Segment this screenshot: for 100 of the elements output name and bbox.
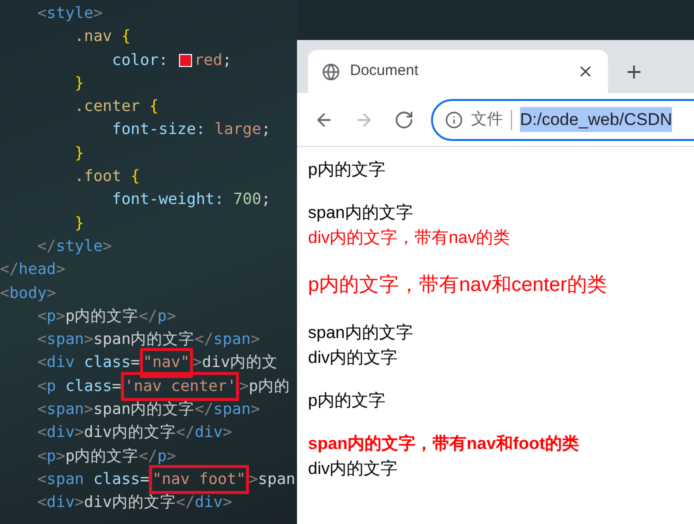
code-punctuation: > [56, 259, 66, 280]
page-text: span内的文字 [308, 202, 414, 224]
code-punctuation: > [222, 492, 232, 514]
highlighted-code-string: "nav" [143, 351, 190, 375]
code-tag: div [194, 421, 223, 445]
code-text: span [258, 468, 296, 490]
code-tag: style [56, 234, 103, 258]
page-text: p内的文字，带有nav和center的类 [308, 273, 608, 298]
code-tag: div [46, 351, 84, 375]
code-punctuation: </ [194, 329, 214, 350]
page-text: p内的文字 [308, 390, 386, 412]
code-number: 700 [233, 189, 262, 210]
code-selector: .foot [74, 166, 122, 188]
globe-icon [322, 62, 340, 80]
code-tag: div [46, 491, 75, 515]
code-punctuation: < [36, 399, 47, 420]
page-text: div内的文字 [308, 347, 399, 369]
info-icon [445, 110, 463, 128]
code-tag: span [213, 398, 251, 422]
page-text: div内的文字 [308, 458, 399, 480]
code-punctuation: < [36, 422, 47, 444]
page-text: div内的文字，带有nav的类 [308, 227, 512, 249]
code-tag: span [46, 468, 94, 492]
code-tag: p [157, 304, 167, 328]
code-punctuation: > [84, 399, 94, 420]
code-attribute: class [93, 468, 140, 490]
code-punctuation: > [250, 399, 260, 420]
code-attribute: class [65, 376, 112, 397]
code-text: div内的文 [202, 352, 278, 374]
code-text: p内的文字 [65, 306, 139, 327]
code-punctuation: < [36, 468, 47, 490]
highlighted-code-string: 'nav center' [124, 374, 236, 398]
code-punctuation: </ [194, 399, 214, 420]
code-text: span内的文字 [93, 329, 195, 350]
code-text: div内的文字 [84, 492, 176, 514]
code-punctuation: < [0, 282, 10, 304]
address-bar[interactable]: 文件 D:/code_web/CSDN [431, 98, 694, 140]
code-punctuation: > [250, 329, 260, 350]
code-punctuation: </ [176, 422, 195, 444]
code-punctuation: < [36, 306, 47, 327]
code-brace: } [74, 212, 84, 234]
code-text: p内的文字 [65, 446, 139, 467]
code-property: color: [110, 50, 169, 71]
code-punctuation: > [239, 376, 249, 397]
code-punctuation: < [36, 446, 47, 467]
code-text: ; [222, 50, 232, 71]
code-text: div内的文字 [84, 422, 176, 444]
code-punctuation: > [74, 422, 84, 444]
address-scheme: 文件 [471, 110, 503, 130]
code-tag: body [9, 282, 47, 305]
code-text: ; [261, 189, 271, 210]
code-punctuation: < [36, 329, 47, 350]
code-punctuation: > [192, 352, 202, 374]
code-punctuation: </ [138, 446, 158, 467]
code-punctuation: > [166, 446, 176, 467]
highlighted-code-string: "nav foot" [152, 468, 246, 492]
code-punctuation: < [36, 376, 47, 397]
code-property: font-weight: [110, 189, 225, 210]
code-brace: { [149, 96, 159, 118]
code-punctuation: < [36, 352, 47, 374]
code-value: large [214, 119, 262, 140]
code-brace: } [74, 72, 84, 94]
code-attribute: class [84, 352, 131, 374]
code-punctuation: </ [36, 236, 56, 257]
address-url: D:/code_web/CSDN [520, 106, 672, 132]
code-punctuation: > [84, 329, 94, 350]
code-punctuation: > [93, 3, 103, 24]
code-tag: p [157, 444, 167, 468]
code-text: = [112, 376, 122, 397]
code-tag: p [46, 444, 56, 468]
code-text: = [130, 352, 140, 374]
code-selector: .center [74, 96, 141, 118]
code-brace: { [130, 166, 140, 188]
code-brace: } [74, 142, 84, 164]
code-punctuation: < [36, 492, 47, 514]
code-tag: p [46, 304, 56, 328]
code-punctuation: < [36, 3, 47, 24]
code-punctuation: > [102, 236, 112, 257]
code-selector: .nav [74, 26, 113, 48]
code-text: ; [261, 119, 271, 140]
code-punctuation: > [56, 306, 66, 327]
page-text: span内的文字，带有nav和foot的类 [308, 433, 580, 455]
code-tag: span [213, 328, 251, 352]
code-tag: p [46, 374, 66, 398]
reload-arrow-icon [394, 110, 414, 130]
code-punctuation: > [74, 492, 84, 514]
code-brace: { [121, 26, 131, 48]
code-tag: span [46, 398, 84, 422]
code-text: p内的 [248, 376, 290, 397]
browser-tab[interactable]: Document [308, 50, 608, 93]
code-text: = [140, 468, 150, 490]
code-tag: div [194, 491, 223, 515]
code-punctuation: > [166, 306, 176, 327]
code-punctuation: </ [0, 259, 19, 280]
code-tag: style [46, 2, 94, 26]
code-punctuation: > [56, 446, 66, 467]
code-tag: div [46, 421, 75, 445]
code-punctuation: > [222, 422, 232, 444]
tab-title: Document [350, 61, 420, 82]
code-text: span内的文字 [93, 399, 195, 420]
